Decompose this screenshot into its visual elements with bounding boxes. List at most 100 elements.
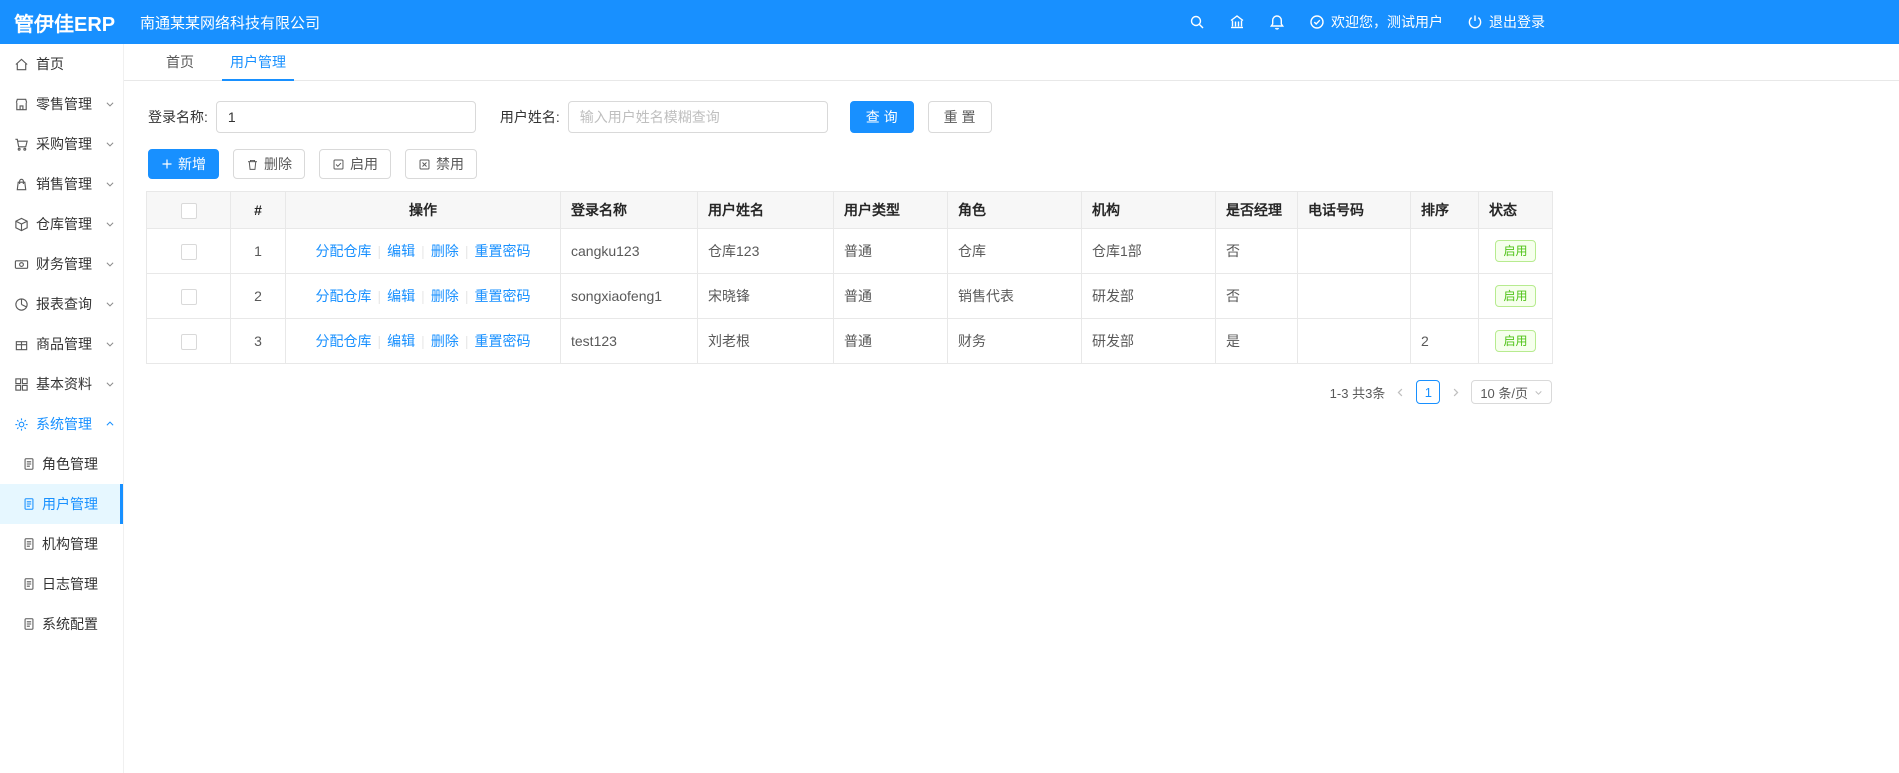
row-checkbox[interactable]: [180, 243, 197, 260]
sidebar-item-retail[interactable]: 零售管理: [0, 84, 123, 124]
reset-password-link[interactable]: 重置密码: [474, 333, 530, 349]
sidebar: 首页 零售管理 采购管理 销售管理 仓库管理 财务管理 报表查询 商品管理 基本…: [0, 44, 124, 773]
row-checkbox[interactable]: [180, 288, 197, 305]
sidebar-item-role-management[interactable]: 角色管理: [0, 444, 123, 484]
assign-warehouse-link[interactable]: 分配仓库: [316, 333, 372, 349]
disable-button[interactable]: 禁用: [405, 149, 477, 179]
next-page-button[interactable]: [1450, 387, 1461, 398]
reset-button[interactable]: 重 置: [927, 101, 992, 133]
cell-type: 普通: [833, 228, 948, 274]
status-tag-enabled[interactable]: 启用: [1495, 285, 1536, 307]
tab-home[interactable]: 首页: [148, 44, 212, 80]
col-header-role: 角色: [947, 191, 1082, 229]
select-all-checkbox[interactable]: [180, 202, 197, 219]
sidebar-item-system[interactable]: 系统管理: [0, 404, 123, 444]
col-header-manager: 是否经理: [1215, 191, 1298, 229]
sidebar-item-purchase[interactable]: 采购管理: [0, 124, 123, 164]
sidebar-item-user-management[interactable]: 用户管理: [0, 484, 123, 524]
sidebar-item-label: 首页: [36, 56, 64, 72]
tab-bar: 首页 用户管理: [124, 44, 1899, 81]
link-separator: |: [464, 243, 469, 259]
home-icon: [14, 57, 29, 72]
edit-link[interactable]: 编辑: [387, 288, 415, 304]
logout-text: 退出登录: [1489, 14, 1545, 30]
pagination: 1-3 共3条 1 10 条/页: [146, 380, 1552, 404]
sidebar-item-home[interactable]: 首页: [0, 44, 123, 84]
document-icon: [22, 457, 36, 471]
link-separator: |: [377, 333, 382, 349]
link-separator: |: [377, 243, 382, 259]
logout-button[interactable]: 退出登录: [1467, 12, 1545, 32]
add-button[interactable]: 新增: [148, 149, 219, 179]
prev-page-button[interactable]: [1395, 387, 1406, 398]
reset-password-link[interactable]: 重置密码: [474, 288, 530, 304]
sidebar-item-label: 机构管理: [42, 536, 98, 552]
row-checkbox[interactable]: [180, 333, 197, 350]
sidebar-item-system-config[interactable]: 系统配置: [0, 604, 123, 644]
link-separator: |: [421, 288, 425, 304]
col-header-type: 用户类型: [833, 191, 948, 229]
cell-index: 3: [230, 318, 286, 364]
search-form: 登录名称: 用户姓名: 查 询 重 置: [148, 101, 1554, 133]
link-separator: |: [377, 288, 382, 304]
check-square-icon: [332, 158, 345, 171]
cell-login: test123: [560, 318, 698, 364]
page-number-button[interactable]: 1: [1416, 380, 1441, 404]
edit-link[interactable]: 编辑: [387, 243, 415, 259]
search-icon[interactable]: [1189, 14, 1205, 30]
delete-link[interactable]: 删除: [431, 333, 459, 349]
sidebar-item-label: 销售管理: [36, 176, 92, 192]
home-icon[interactable]: [1229, 14, 1245, 30]
col-header-actions: 操作: [285, 191, 561, 229]
status-tag-enabled[interactable]: 启用: [1495, 330, 1536, 352]
sidebar-item-warehouse[interactable]: 仓库管理: [0, 204, 123, 244]
sidebar-item-finance[interactable]: 财务管理: [0, 244, 123, 284]
status-tag-enabled[interactable]: 启用: [1495, 240, 1536, 262]
pie-chart-icon: [14, 297, 29, 312]
cell-org: 研发部: [1081, 273, 1216, 319]
box-icon: [14, 217, 29, 232]
cell-index: 1: [230, 228, 286, 274]
col-header-login: 登录名称: [560, 191, 698, 229]
company-name: 南通某某网络科技有限公司: [140, 14, 321, 32]
user-menu[interactable]: 欢迎您，测试用户: [1309, 12, 1443, 32]
sidebar-item-sales[interactable]: 销售管理: [0, 164, 123, 204]
reset-password-link[interactable]: 重置密码: [474, 243, 530, 259]
delete-link[interactable]: 删除: [431, 288, 459, 304]
tab-user-management[interactable]: 用户管理: [212, 44, 304, 81]
chevron-down-icon: [105, 379, 115, 389]
cell-manager: 否: [1215, 228, 1298, 274]
cell-role: 销售代表: [947, 273, 1082, 319]
login-name-input[interactable]: [215, 101, 476, 133]
sidebar-item-label: 仓库管理: [36, 216, 92, 232]
sidebar-item-log-management[interactable]: 日志管理: [0, 564, 123, 604]
cell-org: 研发部: [1081, 318, 1216, 364]
cell-manager: 否: [1215, 273, 1298, 319]
delete-link[interactable]: 删除: [431, 243, 459, 259]
edit-link[interactable]: 编辑: [387, 333, 415, 349]
sidebar-item-label: 日志管理: [42, 576, 98, 592]
x-square-icon: [418, 158, 431, 171]
grid-icon: [14, 377, 29, 392]
cell-manager: 是: [1215, 318, 1298, 364]
sidebar-item-reports[interactable]: 报表查询: [0, 284, 123, 324]
cell-actions: 分配仓库 | 编辑 | 删除 | 重置密码: [285, 318, 561, 364]
enable-button[interactable]: 启用: [319, 149, 391, 179]
app-logo: 管伊佳ERP: [14, 13, 116, 36]
query-button[interactable]: 查 询: [849, 101, 914, 133]
user-name-label: 用户姓名:: [499, 109, 560, 125]
user-name-input[interactable]: [567, 101, 828, 133]
table-toolbar: 新增 删除 启用 禁用: [148, 149, 1554, 179]
page-size-select[interactable]: 10 条/页: [1471, 380, 1552, 404]
sidebar-item-org-management[interactable]: 机构管理: [0, 524, 123, 564]
assign-warehouse-link[interactable]: 分配仓库: [316, 288, 372, 304]
bell-icon[interactable]: [1269, 14, 1285, 30]
delete-button[interactable]: 删除: [233, 149, 305, 179]
assign-warehouse-link[interactable]: 分配仓库: [316, 243, 372, 259]
cell-login: cangku123: [560, 228, 698, 274]
sidebar-item-goods[interactable]: 商品管理: [0, 324, 123, 364]
cell-phone: [1297, 318, 1411, 364]
cell-actions: 分配仓库 | 编辑 | 删除 | 重置密码: [285, 273, 561, 319]
sidebar-item-basic-data[interactable]: 基本资料: [0, 364, 123, 404]
gift-icon: [14, 337, 29, 352]
